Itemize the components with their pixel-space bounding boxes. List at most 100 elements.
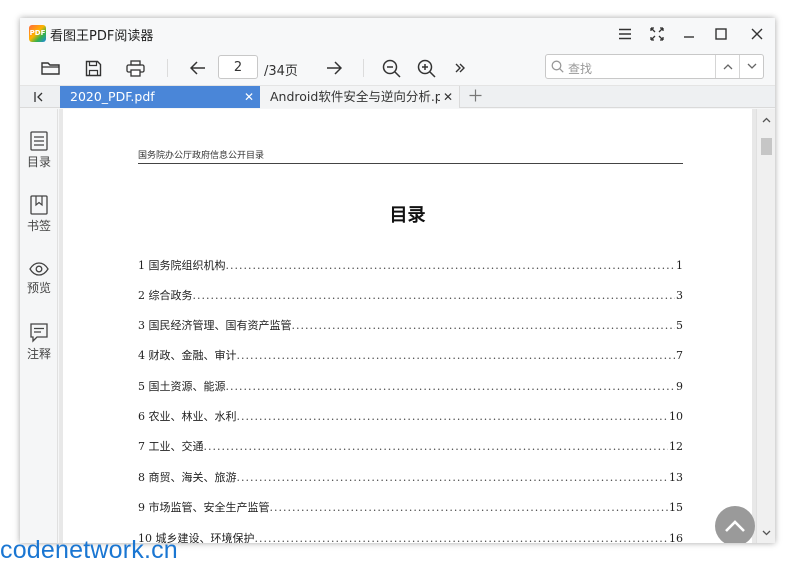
scroll-up-button[interactable]: [757, 111, 775, 129]
comment-icon: [30, 323, 48, 343]
sidebar-item-annotations[interactable]: 注释: [20, 323, 58, 373]
toc-number: 7: [138, 440, 145, 453]
page-total-label: /34页: [264, 64, 298, 79]
toc-page: 16: [669, 532, 683, 543]
sidebar: 目录 书签 预览 注释: [20, 109, 58, 543]
next-page-button[interactable]: [321, 55, 347, 81]
toc-page: 3: [676, 289, 683, 302]
scroll-to-top-button[interactable]: [715, 506, 755, 543]
new-tab-button[interactable]: [464, 86, 486, 108]
double-chevron-right-icon: [455, 63, 465, 73]
toc-leader: [255, 531, 669, 543]
toc-entry[interactable]: 8 商贸、海关、旅游 13: [138, 470, 683, 486]
app-title: 看图王PDF阅读器: [50, 29, 154, 44]
toc-page: 15: [669, 501, 683, 514]
toc-entry[interactable]: 6 农业、林业、水利 10: [138, 409, 683, 425]
document-viewport[interactable]: 国务院办公厅政府信息公开目录 目录 1 国务院组织机构1 2 综合政务3 3 国…: [59, 109, 756, 543]
toc-entry[interactable]: 10 城乡建设、环境保护16: [138, 531, 683, 543]
toc-title: 市场监管、安全生产监管: [148, 501, 270, 514]
toc-entry[interactable]: 7 工业、交通 12: [138, 439, 683, 455]
watermark-text: codenetwork.cn: [0, 536, 178, 564]
search-placeholder: 查找: [568, 62, 593, 76]
toc-leader: [270, 500, 669, 516]
eye-icon: [29, 262, 49, 276]
list-icon: [30, 131, 48, 151]
toc-entry[interactable]: 1 国务院组织机构1: [138, 258, 683, 274]
toc-number: 5: [138, 380, 145, 393]
collapse-sidebar-button[interactable]: [20, 86, 58, 108]
zoom-out-button[interactable]: [378, 55, 404, 81]
toc-page: 5: [676, 319, 683, 332]
tab-label: Android软件安全与逆向分析.pdf: [270, 89, 440, 104]
fullscreen-button[interactable]: [645, 22, 669, 46]
scroll-down-button[interactable]: [757, 524, 775, 542]
chevron-up-icon: [723, 64, 732, 70]
vertical-scrollbar[interactable]: [756, 109, 775, 543]
zoom-in-icon: [417, 59, 436, 78]
chevron-down-icon: [747, 63, 756, 69]
more-tools-button[interactable]: [447, 55, 473, 81]
toc-entry[interactable]: 4 财政、金融、审计 7: [138, 348, 683, 364]
toolbar-divider: [167, 59, 168, 77]
maximize-icon: [715, 28, 727, 40]
maximize-button[interactable]: [709, 22, 733, 46]
page-number-input[interactable]: [218, 55, 258, 79]
toc-number: 9: [138, 501, 145, 514]
app-window: PDF 看图王PDF阅读器 /34页: [20, 18, 775, 543]
close-icon: [751, 28, 763, 40]
hamburger-icon: [619, 28, 631, 40]
toc-entry[interactable]: 9 市场监管、安全生产监管 15: [138, 500, 683, 516]
search-previous-button[interactable]: [715, 55, 739, 78]
fullscreen-icon: [650, 27, 664, 41]
toc-number: 2: [138, 289, 145, 302]
toc-leader: [226, 379, 676, 395]
document-title: 目录: [389, 205, 426, 226]
tab-close-icon[interactable]: ✕: [443, 86, 453, 108]
toc-leader: [193, 288, 676, 304]
tab-android-pdf[interactable]: Android软件安全与逆向分析.pdf ✕: [260, 86, 460, 108]
menu-button[interactable]: [613, 22, 637, 46]
toc-title: 国民经济管理、国有资产监管: [148, 319, 292, 332]
arrow-left-icon: [190, 61, 205, 75]
toc-title: 国土资源、能源: [148, 380, 226, 393]
arrow-right-icon: [327, 61, 342, 75]
search-next-button[interactable]: [739, 55, 763, 78]
minimize-icon: [684, 36, 694, 38]
tab-close-icon[interactable]: ✕: [244, 86, 254, 108]
sidebar-item-label: 目录: [26, 155, 51, 169]
toc-leader: [237, 409, 669, 425]
save-button[interactable]: [80, 55, 106, 81]
previous-page-button[interactable]: [185, 55, 211, 81]
toc-title: 财政、金融、审计: [148, 349, 237, 362]
minimize-button[interactable]: [677, 22, 701, 46]
toc-page: 9: [676, 380, 683, 393]
sidebar-item-toc[interactable]: 目录: [20, 131, 58, 181]
toc-number: 6: [138, 410, 145, 423]
close-window-button[interactable]: [745, 22, 769, 46]
header-rule: [138, 163, 683, 164]
sidebar-item-bookmarks[interactable]: 书签: [20, 195, 58, 245]
zoom-out-icon: [382, 59, 401, 78]
toc-number: 8: [138, 471, 145, 484]
title-bar: PDF 看图王PDF阅读器: [20, 18, 775, 50]
tab-2020-pdf[interactable]: 2020_PDF.pdf ✕: [60, 86, 260, 108]
folder-icon: [41, 62, 60, 75]
toc-entry[interactable]: 3 国民经济管理、国有资产监管 5: [138, 318, 683, 334]
plus-icon: [469, 89, 481, 102]
toc-page: 1: [676, 259, 683, 272]
search-box[interactable]: 查找: [545, 54, 764, 79]
toc-entry[interactable]: 2 综合政务 3: [138, 288, 683, 304]
toc-page: 12: [669, 440, 683, 453]
toc-leader: [292, 318, 676, 334]
scrollbar-thumb[interactable]: [761, 138, 772, 155]
toc-leader: [226, 258, 676, 274]
sidebar-item-preview[interactable]: 预览: [20, 261, 58, 311]
zoom-in-button[interactable]: [413, 55, 439, 81]
toc-entry[interactable]: 5 国土资源、能源 9: [138, 379, 683, 395]
chevron-up-icon: [725, 520, 745, 532]
print-button[interactable]: [122, 55, 148, 81]
open-file-button[interactable]: [38, 55, 64, 81]
toc-title: 农业、林业、水利: [148, 410, 237, 423]
document-page: 国务院办公厅政府信息公开目录 目录 1 国务院组织机构1 2 综合政务3 3 国…: [63, 109, 752, 543]
toc-page: 7: [676, 349, 683, 362]
